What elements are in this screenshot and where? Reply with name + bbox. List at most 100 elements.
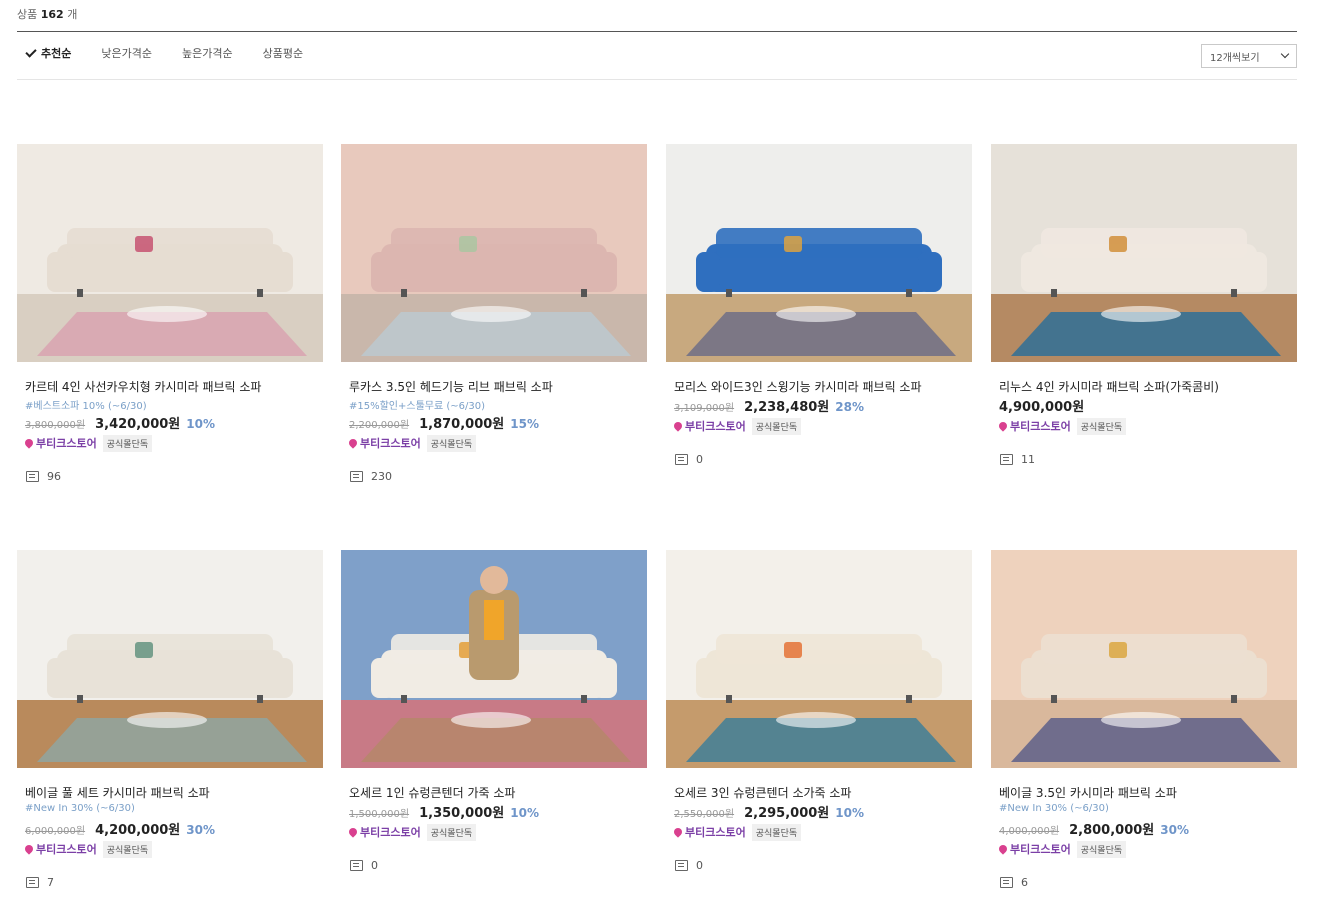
store-name[interactable]: 부티크스토어: [685, 418, 746, 434]
product-card[interactable]: 오세르 3인 슈렁큰텐더 소가죽 소파 2,550,000원 2,295,000원 1…: [666, 550, 972, 872]
product-title[interactable]: 루카스 3.5인 헤드기능 리브 패브릭 소파: [349, 378, 647, 394]
comment-icon: [675, 859, 688, 871]
store-name[interactable]: 부티크스토어: [360, 435, 421, 451]
review-count: 0: [371, 858, 378, 872]
exclusive-badge: 공식몰단독: [751, 417, 802, 435]
review-count: 0: [696, 858, 703, 872]
product-title[interactable]: 오세르 3인 슈렁큰텐더 소가죽 소파: [674, 784, 972, 800]
product-title[interactable]: 리누스 4인 카시미라 패브릭 소파(가죽콤비): [999, 378, 1297, 394]
comment-icon: [26, 876, 39, 888]
promo-tag: #New In 30% (~6/30): [999, 803, 1109, 814]
product-title[interactable]: 모리스 와이드3인 스윙기능 카시미라 패브릭 소파: [674, 378, 972, 394]
store-row: 부티크스토어 공식몰단독: [672, 417, 972, 435]
product-card[interactable]: 모리스 와이드3인 스윙기능 카시미라 패브릭 소파 3,109,000원 2,23…: [666, 144, 972, 466]
sale-price: 2,295,000원: [744, 806, 830, 821]
per-page-value: 12개씩보기: [1210, 52, 1260, 64]
price-row: 2,200,000원 1,870,000원 15%: [349, 413, 647, 432]
sort-label: 낮은가격순: [101, 47, 152, 60]
per-page-select[interactable]: 12개씩보기: [1201, 44, 1297, 68]
sort-high-price[interactable]: 높은가격순: [182, 44, 233, 62]
exclusive-badge: 공식몰단독: [1076, 417, 1127, 435]
store-name[interactable]: 부티크스토어: [36, 435, 97, 451]
store-row: 부티크스토어 공식몰단독: [347, 434, 647, 452]
original-price: 6,000,000원: [25, 826, 86, 837]
price-row: 4,000,000원 2,800,000원 30%: [999, 819, 1297, 838]
product-image[interactable]: [666, 144, 972, 362]
price-row: 3,109,000원 2,238,480원 28%: [674, 396, 972, 415]
sale-price: 3,420,000원: [95, 417, 181, 432]
store-row: 부티크스토어 공식몰단독: [23, 434, 323, 452]
store-name[interactable]: 부티크스토어: [1010, 418, 1071, 434]
discount-rate: 30%: [1160, 823, 1189, 837]
location-pin-icon: [347, 437, 359, 449]
store-name[interactable]: 부티크스토어: [360, 824, 421, 840]
location-pin-icon: [23, 843, 35, 855]
review-row: 0: [675, 858, 972, 872]
product-image[interactable]: [991, 144, 1297, 362]
price-row: 4,900,000원: [999, 396, 1297, 415]
original-price: 3,800,000원: [25, 420, 86, 431]
sort-recommended[interactable]: 추천순: [17, 44, 71, 62]
product-card[interactable]: 카르테 4인 사선카우치형 카시미라 패브릭 소파 #베스트소파 10% (~6/…: [17, 144, 323, 483]
exclusive-badge: 공식몰단독: [102, 840, 153, 858]
sale-price: 4,200,000원: [95, 823, 181, 838]
review-row: 6: [1000, 875, 1297, 889]
product-card[interactable]: 리누스 4인 카시미라 패브릭 소파(가죽콤비) 4,900,000원 부티크스토…: [991, 144, 1297, 466]
review-row: 7: [26, 875, 323, 889]
store-name[interactable]: 부티크스토어: [685, 824, 746, 840]
product-image[interactable]: [666, 550, 972, 768]
sale-price: 2,238,480원: [744, 400, 830, 415]
location-pin-icon: [672, 826, 684, 838]
product-card[interactable]: 베이글 풀 세트 카시미라 패브릭 소파 #New In 30% (~6/30) 6…: [17, 550, 323, 889]
sort-rating[interactable]: 상품평순: [263, 44, 303, 62]
product-image[interactable]: [17, 144, 323, 362]
comment-icon: [1000, 453, 1013, 465]
product-title[interactable]: 오세르 1인 슈렁큰텐더 가죽 소파: [349, 784, 647, 800]
review-row: 11: [1000, 452, 1297, 466]
price-row: 1,500,000원 1,350,000원 10%: [349, 802, 647, 821]
original-price: 2,200,000원: [349, 420, 410, 431]
location-pin-icon: [997, 843, 1009, 855]
location-pin-icon: [997, 420, 1009, 432]
product-image[interactable]: [341, 144, 647, 362]
original-price: 2,550,000원: [674, 809, 735, 820]
review-count: 0: [696, 452, 703, 466]
location-pin-icon: [347, 826, 359, 838]
price-row: 3,800,000원 3,420,000원 10%: [25, 413, 323, 432]
promo-tag: #15%할인+스툴무료 (~6/30): [349, 401, 486, 412]
price-row: 6,000,000원 4,200,000원 30%: [25, 819, 323, 838]
price-row: 2,550,000원 2,295,000원 10%: [674, 802, 972, 821]
discount-rate: 10%: [186, 417, 215, 431]
product-title[interactable]: 카르테 4인 사선카우치형 카시미라 패브릭 소파: [25, 378, 323, 394]
exclusive-badge: 공식몰단독: [1076, 840, 1127, 858]
product-card[interactable]: 오세르 1인 슈렁큰텐더 가죽 소파 1,500,000원 1,350,000원 10…: [341, 550, 647, 872]
product-title[interactable]: 베이글 풀 세트 카시미라 패브릭 소파: [25, 784, 323, 800]
exclusive-badge: 공식몰단독: [102, 434, 153, 452]
product-card[interactable]: 베이글 3.5인 카시미라 패브릭 소파 #New In 30% (~6/30) 4…: [991, 550, 1297, 889]
review-count: 230: [371, 469, 392, 483]
review-count: 6: [1021, 875, 1028, 889]
chevron-down-icon: [1280, 49, 1290, 59]
location-pin-icon: [23, 437, 35, 449]
comment-icon: [350, 859, 363, 871]
product-card[interactable]: 루카스 3.5인 헤드기능 리브 패브릭 소파 #15%할인+스툴무료 (~6/3…: [341, 144, 647, 483]
sale-price: 1,350,000원: [419, 806, 505, 821]
product-image[interactable]: [991, 550, 1297, 768]
review-count: 7: [47, 875, 54, 889]
count-prefix: 상품: [17, 8, 38, 21]
comment-icon: [350, 470, 363, 482]
comment-icon: [26, 470, 39, 482]
review-row: 230: [350, 469, 647, 483]
count-suffix: 개: [67, 8, 78, 21]
discount-rate: 30%: [186, 823, 215, 837]
store-name[interactable]: 부티크스토어: [1010, 841, 1071, 857]
product-image[interactable]: [17, 550, 323, 768]
product-title[interactable]: 베이글 3.5인 카시미라 패브릭 소파: [999, 784, 1297, 800]
store-row: 부티크스토어 공식몰단독: [997, 840, 1297, 858]
store-name[interactable]: 부티크스토어: [36, 841, 97, 857]
original-price: 3,109,000원: [674, 403, 735, 414]
product-image[interactable]: [341, 550, 647, 768]
sort-low-price[interactable]: 낮은가격순: [101, 44, 152, 62]
location-pin-icon: [672, 420, 684, 432]
store-row: 부티크스토어 공식몰단독: [347, 823, 647, 841]
